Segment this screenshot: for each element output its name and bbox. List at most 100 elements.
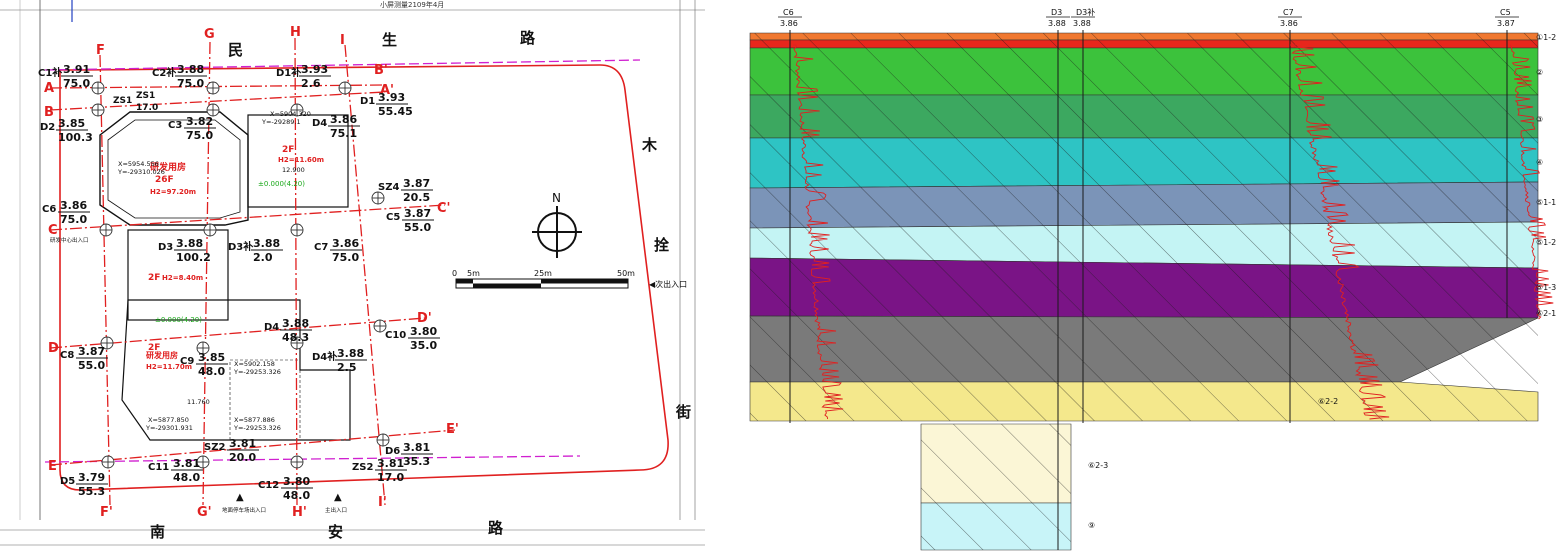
scale-25: 25m: [534, 269, 552, 278]
borehole-elevation: 3.86: [330, 113, 357, 126]
scale-50: 50m: [617, 269, 635, 278]
section-borehole-id: D3补: [1076, 7, 1095, 17]
section-borehole-elev: 3.86: [780, 19, 798, 28]
borehole-id: D1: [360, 96, 375, 107]
bldg4-name: 研发用房: [146, 350, 178, 360]
borehole-elevation: 3.81: [403, 441, 430, 454]
borehole-elevation: 3.88: [337, 347, 364, 360]
section-borehole-id: C5: [1500, 8, 1511, 17]
secondary-entrance-label: ◀次出入口: [649, 279, 687, 289]
axis-F-prime: F': [100, 505, 113, 520]
borehole-id: C2补: [152, 66, 176, 79]
borehole-marker: [290, 455, 304, 469]
borehole-marker: [99, 223, 113, 237]
borehole-id: D4补: [312, 350, 337, 363]
axis-E-prime: E': [446, 422, 459, 437]
road-right-char-1: 木: [641, 136, 658, 154]
borehole-id: D4: [264, 322, 279, 333]
borehole-depth: 48.0: [283, 489, 310, 502]
borehole-depth: 2.6: [301, 77, 321, 90]
borehole-id: D2: [40, 122, 55, 133]
parking-entrance-label: 地面停车场出入口: [222, 506, 266, 514]
borehole-depth: 48.3: [282, 331, 309, 344]
borehole-depth: 35.0: [410, 339, 437, 352]
site-plan: A A' B B' C C' D D' E E' F F' G G' H H' …: [0, 0, 705, 552]
section-borehole-elev: 3.88: [1048, 19, 1066, 28]
borehole-depth: 75.0: [60, 213, 87, 226]
road-bottom-char-2: 安: [328, 523, 343, 541]
borehole-id: C5: [386, 212, 400, 223]
bldg2-height: H2=11.60m: [278, 156, 324, 164]
borehole-elevation: 3.87: [403, 177, 430, 190]
layer-label: ⑤1-1: [1536, 198, 1556, 207]
borehole-id: D1补: [276, 66, 301, 79]
axis-H: H: [290, 25, 301, 40]
section-borehole-head: C5 3.87: [1495, 8, 1519, 28]
borehole-marker: [203, 223, 217, 237]
coord1-y: Y=-29289.1: [261, 118, 301, 126]
bldg1-height: H2=97.20m: [150, 188, 196, 196]
borehole-elevation: 3.80: [283, 475, 310, 488]
bldg3-floors: 2F: [148, 273, 160, 283]
borehole-elevation: 3.86: [332, 237, 359, 250]
section-borehole-elev: 3.86: [1280, 19, 1298, 28]
borehole-marker: [371, 191, 385, 205]
entrance-marker-1: ▲: [236, 492, 244, 503]
axis-B-prime: B': [374, 63, 388, 78]
borehole-elevation: 3.87: [404, 207, 431, 220]
borehole-id: C11: [148, 462, 169, 473]
axis-I-prime: I': [378, 495, 387, 510]
section-borehole-head: D3补 3.88: [1071, 7, 1095, 28]
zs1-label-b: ZS1: [136, 91, 155, 101]
borehole-depth: 100.2: [176, 251, 211, 264]
borehole-elevation: 3.93: [301, 63, 328, 76]
borehole-id: D3: [158, 242, 173, 253]
borehole-id: D5: [60, 476, 75, 487]
main-entrance-label: 主出入口: [325, 506, 347, 514]
borehole-elevation: 3.86: [60, 199, 87, 212]
borehole-depth: 20.0: [229, 451, 256, 464]
road-top-char-3: 路: [520, 29, 536, 47]
layer-label: ⑤1-3: [1536, 283, 1556, 292]
borehole-id: SZ2: [204, 442, 225, 453]
borehole-marker: [91, 103, 105, 117]
borehole-elevation: 3.85: [198, 351, 225, 364]
section-borehole-head: C7 3.86: [1278, 8, 1302, 28]
axis-C-prime: C': [437, 201, 451, 216]
borehole-depth: 2.5: [337, 361, 357, 374]
section-hatch: [750, 33, 1538, 421]
layer-label: ⑥2-2: [1318, 397, 1338, 406]
section-borehole-elev: 3.88: [1073, 19, 1091, 28]
borehole-marker: [338, 81, 352, 95]
drawing-canvas: A A' B B' C C' D D' E E' F F' G G' H H' …: [0, 0, 1556, 552]
bldg2-elevation: ±0.000(4.20): [258, 180, 305, 188]
borehole-depth: 35.3: [403, 455, 430, 468]
dim-11760: 11.760: [187, 398, 210, 406]
layer-label: ⑨: [1088, 521, 1095, 530]
borehole-elevation: 3.81: [229, 437, 256, 450]
borehole-elevation: 3.85: [58, 117, 85, 130]
section-borehole-head: D3 3.88: [1046, 8, 1070, 28]
bldg2-dim: 12.900: [282, 166, 305, 174]
coord3-x: X=5877.850: [148, 416, 189, 424]
borehole-elevation: 3.81: [377, 457, 404, 470]
borehole-depth: 75.0: [63, 77, 90, 90]
bldg4-height: H2=11.70m: [146, 363, 192, 371]
section-borehole-id: C6: [783, 8, 794, 17]
zs1-depth: 17.0: [136, 103, 158, 113]
coord2-x: X=5902.158: [234, 360, 275, 368]
borehole-id: D4: [312, 118, 327, 129]
borehole-depth: 55.0: [78, 359, 105, 372]
survey-note: 小屏测量2109年4月: [380, 0, 444, 9]
axis-D-prime: D': [417, 311, 432, 326]
section-borehole-elev: 3.87: [1497, 19, 1515, 28]
borehole-id: C7: [314, 242, 328, 253]
coord3-y: Y=-29301.931: [145, 424, 193, 432]
axis-H-prime: H': [292, 505, 307, 520]
borehole-elevation: 3.88: [253, 237, 280, 250]
bldg2-floors: 2F: [282, 145, 294, 155]
borehole-elevation: 3.82: [186, 115, 213, 128]
geological-section: C6 3.86 D3 3.88 D3补 3.88 C7 3.86 C5 3.87 ①1-2 ② ③ ④ ⑤…: [749, 7, 1556, 551]
coord1-x: X=5904.320: [270, 110, 311, 118]
axis-E: E: [48, 459, 57, 474]
